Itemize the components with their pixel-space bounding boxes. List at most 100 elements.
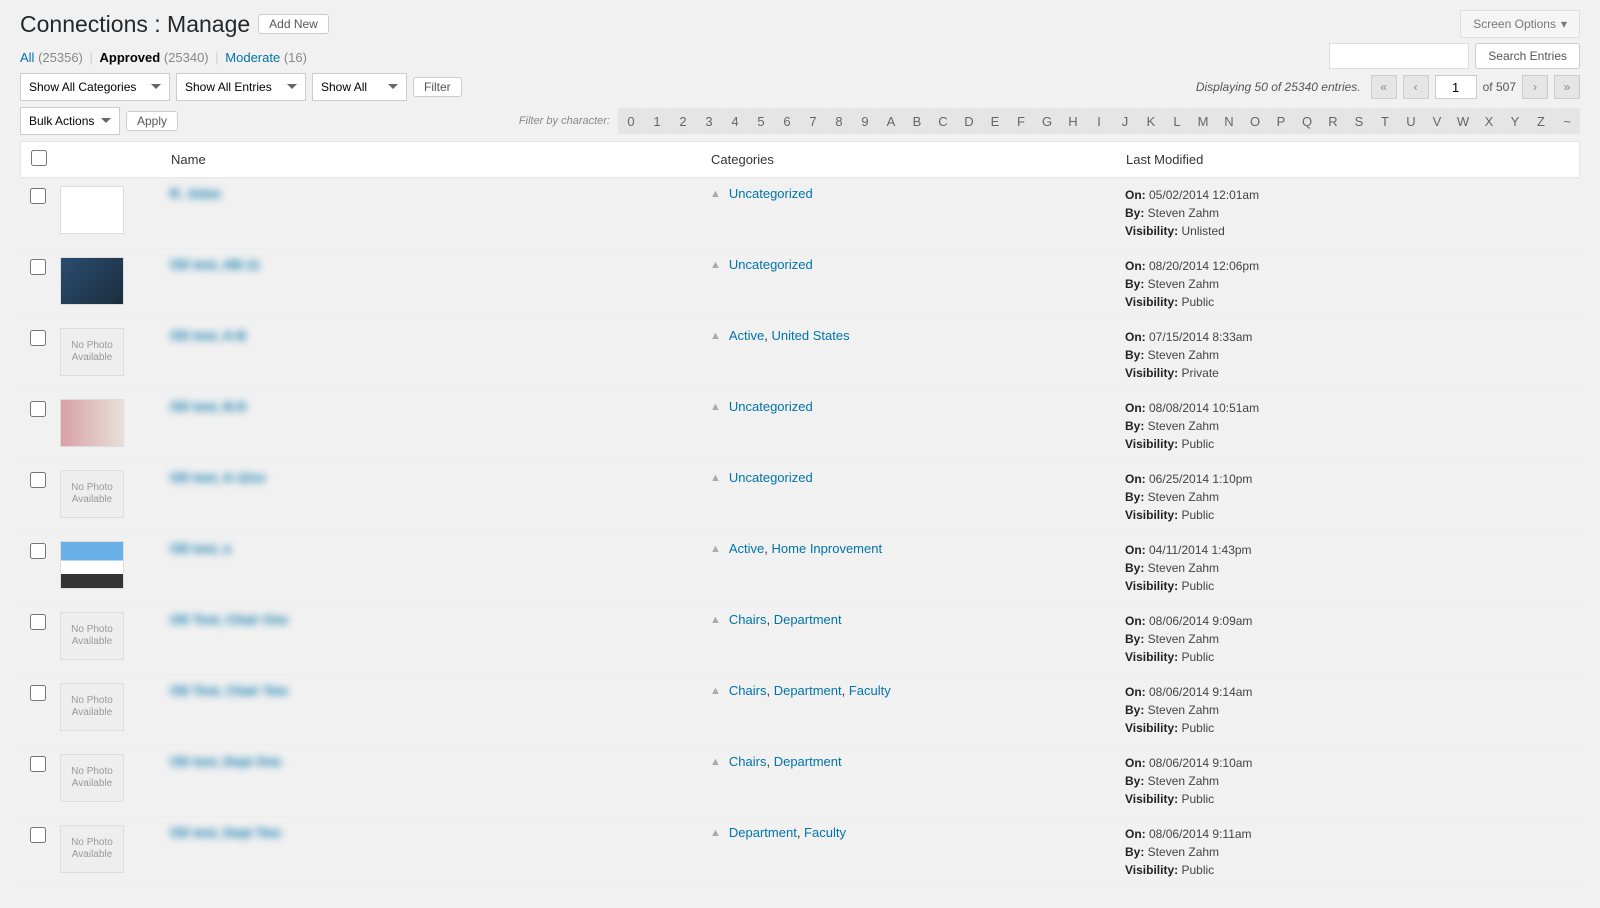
char-filter-X[interactable]: X (1476, 108, 1502, 134)
category-link[interactable]: Active (729, 541, 764, 556)
char-filter-M[interactable]: M (1190, 108, 1216, 134)
col-header-modified: Last Modified (1126, 152, 1569, 167)
bulk-actions-select[interactable]: Bulk Actions (20, 107, 120, 135)
category-link[interactable]: Uncategorized (729, 257, 813, 272)
char-filter-0[interactable]: 0 (618, 108, 644, 134)
row-checkbox[interactable] (30, 401, 46, 417)
entry-name-link[interactable]: OD Test, Chair Two (170, 683, 288, 698)
category-link[interactable]: Uncategorized (729, 186, 813, 201)
char-filter-Z[interactable]: Z (1528, 108, 1554, 134)
category-link[interactable]: Home Inprovement (772, 541, 883, 556)
entry-name-link[interactable]: OD Test, Chair One (170, 612, 288, 627)
entry-type-filter-select[interactable]: Show All Entries (176, 73, 306, 101)
entry-name-link[interactable]: OD test, A-12xx (170, 470, 266, 485)
category-link[interactable]: Faculty (849, 683, 891, 698)
entry-name-link[interactable]: OD test, Dept One (170, 754, 281, 769)
row-checkbox[interactable] (30, 756, 46, 772)
entry-thumbnail[interactable] (60, 541, 124, 589)
category-link[interactable]: United States (772, 328, 850, 343)
char-filter-R[interactable]: R (1320, 108, 1346, 134)
entry-name-link[interactable]: OD test, AB-11 (170, 257, 260, 272)
char-filter-2[interactable]: 2 (670, 108, 696, 134)
char-filter-7[interactable]: 7 (800, 108, 826, 134)
search-input[interactable] (1329, 43, 1469, 69)
char-filter-T[interactable]: T (1372, 108, 1398, 134)
entry-thumbnail[interactable] (60, 399, 124, 447)
char-filter-G[interactable]: G (1034, 108, 1060, 134)
row-checkbox[interactable] (30, 330, 46, 346)
next-page-button[interactable]: › (1522, 75, 1548, 99)
category-link[interactable]: Chairs (729, 683, 767, 698)
prev-page-button[interactable]: ‹ (1403, 75, 1429, 99)
entry-name-link[interactable]: R. Jotee (170, 186, 221, 201)
visibility-filter-select[interactable]: Show All (312, 73, 407, 101)
category-link[interactable]: Department (729, 825, 797, 840)
select-all-checkbox[interactable] (31, 150, 47, 166)
filter-button[interactable]: Filter (413, 77, 462, 97)
filter-all-link[interactable]: All (20, 50, 34, 65)
entry-thumbnail[interactable] (60, 257, 124, 305)
category-link[interactable]: Uncategorized (729, 470, 813, 485)
char-filter-V[interactable]: V (1424, 108, 1450, 134)
entry-name-link[interactable]: OD test, a (170, 541, 231, 556)
char-filter-1[interactable]: 1 (644, 108, 670, 134)
char-filter-E[interactable]: E (982, 108, 1008, 134)
char-filter-~[interactable]: ~ (1554, 108, 1580, 134)
char-filter-4[interactable]: 4 (722, 108, 748, 134)
page-number-input[interactable] (1435, 75, 1477, 99)
category-link[interactable]: Department (774, 612, 842, 627)
category-link[interactable]: Chairs (729, 754, 767, 769)
category-link[interactable]: Faculty (804, 825, 846, 840)
char-filter-8[interactable]: 8 (826, 108, 852, 134)
char-filter-P[interactable]: P (1268, 108, 1294, 134)
category-link[interactable]: Chairs (729, 612, 767, 627)
char-filter-N[interactable]: N (1216, 108, 1242, 134)
row-checkbox[interactable] (30, 827, 46, 843)
category-link[interactable]: Active (729, 328, 764, 343)
row-checkbox[interactable] (30, 685, 46, 701)
row-checkbox[interactable] (30, 543, 46, 559)
category-link[interactable]: Department (774, 683, 842, 698)
meta-visibility: Visibility: Unlisted (1125, 222, 1570, 240)
char-filter-B[interactable]: B (904, 108, 930, 134)
filter-approved-count: (25340) (164, 50, 209, 65)
char-filter-S[interactable]: S (1346, 108, 1372, 134)
char-filter-5[interactable]: 5 (748, 108, 774, 134)
char-filter-J[interactable]: J (1112, 108, 1138, 134)
entry-name-link[interactable]: OD test, Dept Two (170, 825, 281, 840)
row-checkbox[interactable] (30, 188, 46, 204)
char-filter-D[interactable]: D (956, 108, 982, 134)
char-filter-Y[interactable]: Y (1502, 108, 1528, 134)
screen-options-button[interactable]: Screen Options ▾ (1460, 10, 1580, 38)
char-filter-6[interactable]: 6 (774, 108, 800, 134)
entry-thumbnail[interactable] (60, 186, 124, 234)
char-filter-I[interactable]: I (1086, 108, 1112, 134)
row-checkbox[interactable] (30, 259, 46, 275)
last-page-button[interactable]: » (1554, 75, 1580, 99)
char-filter-Q[interactable]: Q (1294, 108, 1320, 134)
row-checkbox[interactable] (30, 614, 46, 630)
first-page-button[interactable]: « (1371, 75, 1397, 99)
row-checkbox[interactable] (30, 472, 46, 488)
char-filter-C[interactable]: C (930, 108, 956, 134)
category-filter-select[interactable]: Show All Categories (20, 73, 170, 101)
apply-bulk-button[interactable]: Apply (126, 111, 178, 131)
category-link[interactable]: Uncategorized (729, 399, 813, 414)
char-filter-K[interactable]: K (1138, 108, 1164, 134)
filter-moderate-link[interactable]: Moderate (225, 50, 280, 65)
char-filter-O[interactable]: O (1242, 108, 1268, 134)
char-filter-3[interactable]: 3 (696, 108, 722, 134)
search-entries-button[interactable]: Search Entries (1475, 43, 1580, 69)
char-filter-L[interactable]: L (1164, 108, 1190, 134)
char-filter-W[interactable]: W (1450, 108, 1476, 134)
category-link[interactable]: Department (774, 754, 842, 769)
char-filter-F[interactable]: F (1008, 108, 1034, 134)
col-header-name[interactable]: Name (171, 152, 711, 167)
char-filter-H[interactable]: H (1060, 108, 1086, 134)
entry-name-link[interactable]: OD test, A-B (170, 328, 246, 343)
char-filter-U[interactable]: U (1398, 108, 1424, 134)
char-filter-A[interactable]: A (878, 108, 904, 134)
entry-name-link[interactable]: OD test, B-D (170, 399, 247, 414)
char-filter-9[interactable]: 9 (852, 108, 878, 134)
add-new-button[interactable]: Add New (258, 14, 329, 34)
